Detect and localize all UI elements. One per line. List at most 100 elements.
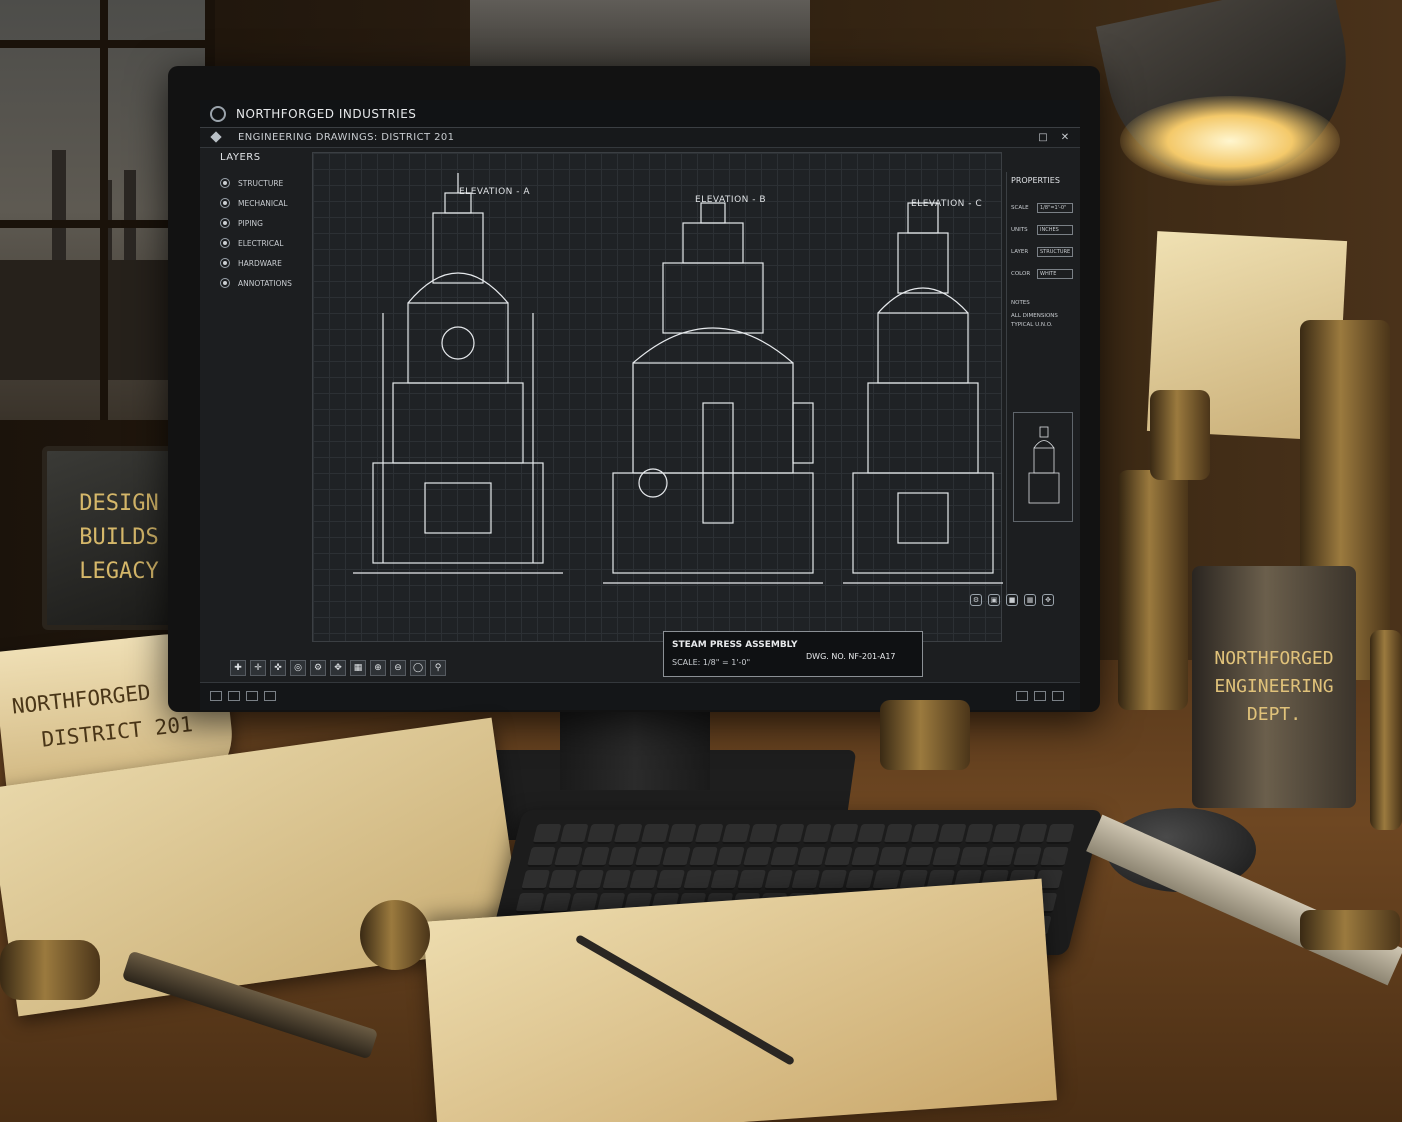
document-bar: ENGINEERING DRAWINGS: DISTRICT 201 □ ✕	[200, 128, 1080, 148]
brass-coupling	[1300, 910, 1400, 950]
cad-application: NORTHFORGED INDUSTRIES ENGINEERING DRAWI…	[200, 100, 1080, 710]
zoom-out-icon[interactable]: ⊖	[390, 660, 406, 676]
status-icon[interactable]	[1016, 691, 1028, 701]
layers-header: LAYERS	[220, 152, 261, 163]
chimney-1	[52, 150, 66, 270]
select-tool-icon[interactable]: ✚	[230, 660, 246, 676]
diamond-icon	[210, 131, 222, 143]
factory-sketch-front	[423, 878, 1057, 1122]
document-title: ENGINEERING DRAWINGS: DISTRICT 201	[238, 132, 455, 143]
layer-label: PIPING	[238, 218, 263, 228]
notes-text: ALL DIMENSIONS TYPICAL U.N.O.	[1011, 313, 1058, 328]
layer-item-piping[interactable]: PIPING	[220, 213, 310, 233]
properties-header: PROPERTIES	[1011, 176, 1060, 185]
gear-tool-icon[interactable]: ⚙	[310, 660, 326, 676]
drawing-number: DWG. NO. NF-201-A17	[806, 652, 896, 661]
layer-label: ANNOTATIONS	[238, 278, 292, 288]
status-icon[interactable]	[264, 691, 276, 701]
app-title: NORTHFORGED INDUSTRIES	[236, 107, 417, 121]
metal-bracket	[880, 700, 970, 770]
layer-eye-icon[interactable]	[220, 198, 230, 208]
property-units: UNITS INCHES	[1007, 219, 1078, 241]
property-key: COLOR	[1011, 271, 1031, 277]
title-bar: NORTHFORGED INDUSTRIES	[200, 100, 1080, 128]
brass-fitting	[1118, 470, 1188, 710]
elevation-c-drawing	[843, 202, 1003, 584]
elevation-a-drawing	[353, 173, 563, 574]
snap-tool-icon[interactable]: ✜	[270, 660, 286, 676]
property-key: UNITS	[1011, 227, 1028, 233]
can-line-1: NORTHFORGED	[1214, 648, 1334, 669]
brass-valve	[1150, 390, 1210, 480]
can-line-3: DEPT.	[1246, 704, 1302, 725]
layer-eye-icon[interactable]	[220, 258, 230, 268]
status-icon[interactable]	[1034, 691, 1046, 701]
monitor-stand-neck	[560, 700, 710, 790]
property-scale: SCALE 1/8"=1'-0"	[1007, 197, 1078, 219]
layer-eye-icon[interactable]	[220, 238, 230, 248]
search-icon[interactable]: ⚲	[430, 660, 446, 676]
scroll-line-1: NORTHFORGED	[10, 680, 152, 719]
drawing-canvas[interactable]: ELEVATION - A ELEVATION - B ELEVATION - …	[312, 152, 1003, 677]
can-line-2: ENGINEERING	[1214, 676, 1334, 697]
layer-item-electrical[interactable]: ELECTRICAL	[220, 233, 310, 253]
layer-label: HARDWARE	[238, 258, 282, 268]
move-tool-icon[interactable]: ✥	[330, 660, 346, 676]
lamp-glow	[1120, 96, 1340, 186]
notes-header: NOTES	[1011, 300, 1030, 306]
layer-label: MECHANICAL	[238, 198, 288, 208]
property-color: COLOR WHITE	[1007, 263, 1078, 285]
layer-item-annotations[interactable]: ANNOTATIONS	[220, 273, 310, 293]
brass-nut	[360, 900, 430, 970]
thumbnail-drawing	[1028, 426, 1060, 504]
settings-icon[interactable]: ⚙	[970, 594, 982, 606]
measure-tool-icon[interactable]: ◎	[290, 660, 306, 676]
properties-panel: PROPERTIES SCALE 1/8"=1'-0" UNITS INCHES L…	[1006, 172, 1078, 602]
layer-eye-icon[interactable]	[220, 178, 230, 188]
grid-icon[interactable]: ▦	[1024, 594, 1036, 606]
layer-item-structure[interactable]: STRUCTURE	[220, 173, 310, 193]
brass-fitting-small	[0, 940, 100, 1000]
tool-palette: ✚ ✛ ✜ ◎ ⚙ ✥ ▦ ⊕ ⊖ ◯ ⚲	[230, 656, 446, 680]
status-icon[interactable]	[246, 691, 258, 701]
drawing-thumbnail[interactable]	[1013, 412, 1073, 522]
status-icon[interactable]	[1052, 691, 1064, 701]
layer-item-hardware[interactable]: HARDWARE	[220, 253, 310, 273]
pan-icon[interactable]: ✥	[1042, 594, 1054, 606]
drawing-scale: SCALE: 1/8" = 1'-0"	[672, 658, 751, 667]
drawing-name: STEAM PRESS ASSEMBLY	[672, 640, 798, 650]
fit-view-icon[interactable]: ▣	[988, 594, 1000, 606]
layers-panel: LAYERS STRUCTURE MECHANICAL PIPING ELECT…	[220, 152, 310, 672]
layer-eye-icon[interactable]	[220, 278, 230, 288]
zoom-fit-icon[interactable]: ◯	[410, 660, 426, 676]
window-frame	[100, 0, 108, 420]
layer-label: ELECTRICAL	[238, 238, 284, 248]
property-key: SCALE	[1011, 205, 1029, 211]
scroll-line-2: DISTRICT 201	[40, 711, 194, 752]
app-logo-icon	[210, 106, 226, 122]
layer-label: STRUCTURE	[238, 178, 284, 188]
title-block: STEAM PRESS ASSEMBLY SCALE: 1/8" = 1'-0"…	[663, 631, 923, 677]
property-layer: LAYER STRUCTURE	[1007, 241, 1078, 263]
property-value-dropdown[interactable]: INCHES	[1037, 225, 1073, 235]
layer-item-mechanical[interactable]: MECHANICAL	[220, 193, 310, 213]
property-key: LAYER	[1011, 249, 1029, 255]
property-value-dropdown[interactable]: WHITE	[1037, 269, 1073, 279]
elevation-drawings	[353, 173, 1003, 584]
lock-icon[interactable]: ■	[1006, 594, 1018, 606]
line-tool-icon[interactable]: ✛	[250, 660, 266, 676]
zoom-in-icon[interactable]: ⊕	[370, 660, 386, 676]
property-value-dropdown[interactable]: STRUCTURE	[1037, 247, 1073, 257]
property-value-dropdown[interactable]: 1/8"=1'-0"	[1037, 203, 1073, 213]
design-builds-legacy-plaque: DESIGN BUILDS LEGACY	[42, 446, 186, 630]
view-controls: ⚙ ▣ ■ ▦ ✥	[970, 594, 1054, 606]
status-icon[interactable]	[228, 691, 240, 701]
brass-pipe	[1370, 630, 1402, 830]
restore-icon[interactable]: □	[1036, 131, 1050, 145]
status-icon[interactable]	[210, 691, 222, 701]
pencil-cup: NORTHFORGED ENGINEERING DEPT.	[1192, 566, 1356, 808]
layer-eye-icon[interactable]	[220, 218, 230, 228]
upper-window	[470, 0, 810, 70]
grid-tool-icon[interactable]: ▦	[350, 660, 366, 676]
close-icon[interactable]: ✕	[1058, 131, 1072, 145]
